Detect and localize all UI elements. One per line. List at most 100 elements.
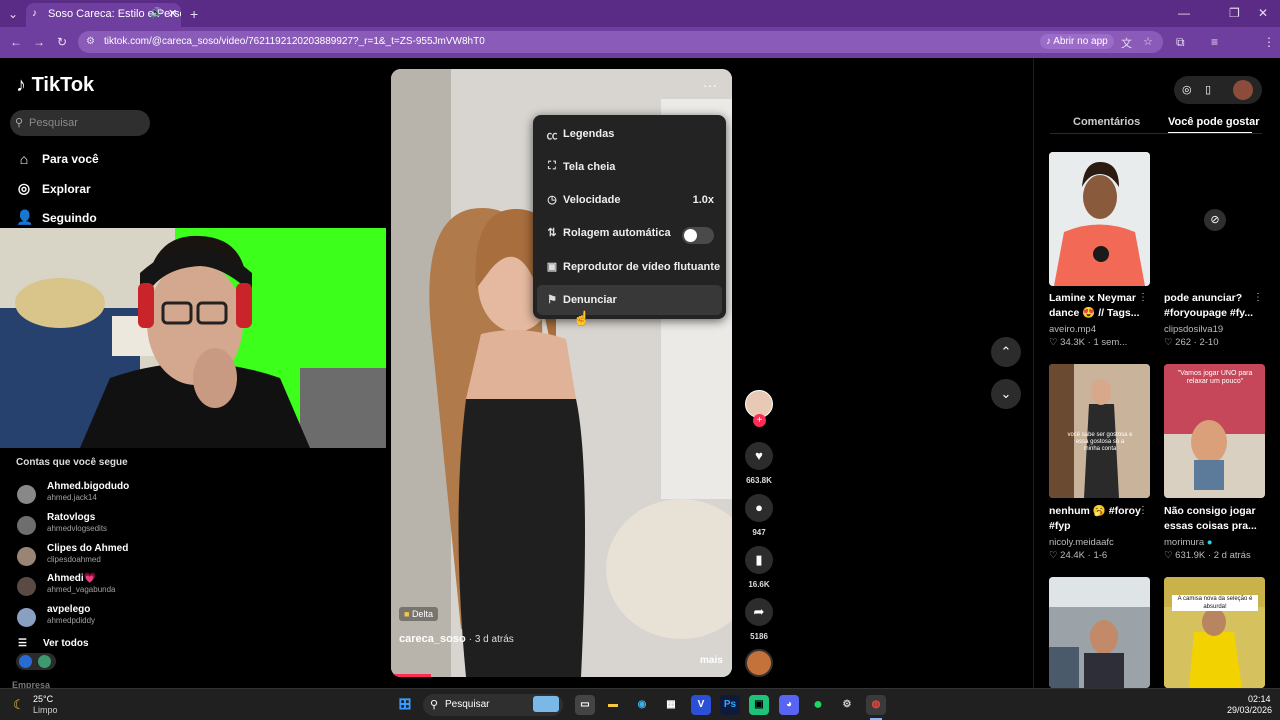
video-thumbnail[interactable]: você sabe ser gostosa e essa gostosa só … [1049, 364, 1150, 498]
chrome-menu-icon[interactable]: ⋮ [1263, 36, 1275, 48]
browser-tab[interactable]: ♪ Soso Careca: Estilo e Perso... 🔊 ✕ [26, 3, 181, 27]
card-more-icon[interactable]: ⋮ [1138, 505, 1148, 516]
menu-item-fullscreen[interactable]: ⛶ Tela cheia [537, 152, 722, 182]
nav-explore[interactable]: ◎ Explorar [16, 180, 91, 197]
account-item[interactable]: Ratovlogs ahmedvlogsedits [17, 512, 317, 538]
site-info-icon[interactable]: ⚙ [86, 36, 95, 47]
card-user[interactable]: clipsdosilva19 [1164, 324, 1223, 335]
spotify-icon[interactable]: ● [808, 695, 828, 715]
tab-you-may-like[interactable]: Você pode gostar [1168, 116, 1259, 128]
tiktok-logo[interactable]: ♪ TikTok [16, 74, 94, 97]
video-thumbnail[interactable] [1049, 152, 1150, 286]
video-thumbnail[interactable]: A camisa nova da seleção é absurda! [1164, 577, 1265, 688]
previous-video-button[interactable]: ⌃ [991, 337, 1021, 367]
menu-item-report[interactable]: ⚑ Denunciar [537, 285, 722, 315]
taskbar-search[interactable]: ⚲ Pesquisar [423, 694, 563, 716]
account-item[interactable]: Ahmed.bigodudo ahmed.jack14 [17, 481, 317, 507]
back-icon[interactable]: ← [10, 36, 22, 48]
account-item[interactable]: Ahmedi💗 ahmed_vagabunda [17, 573, 317, 599]
media-control-icon[interactable]: ≡ [1211, 36, 1218, 48]
card-likes: 631.9K [1175, 550, 1206, 561]
address-bar[interactable]: ⚙ tiktok.com/@careca_soso/video/76211921… [78, 31, 1163, 53]
clock-time[interactable]: 02:14 [1248, 694, 1271, 704]
tab-list-icon[interactable]: ⌄ [8, 8, 18, 20]
new-tab-icon[interactable]: + [190, 7, 198, 21]
windows-taskbar: ☾ 25°C Limpo ⊞ ⚲ Pesquisar ▭ ▬ ◉ ▦ V Ps … [0, 688, 1280, 720]
logo-text: TikTok [31, 74, 95, 96]
explore-icon[interactable]: ◎ [1182, 83, 1192, 96]
nav-label: Para você [42, 152, 99, 166]
weather-desc[interactable]: Limpo [33, 705, 58, 715]
card-more-icon[interactable]: ⋮ [1253, 292, 1263, 303]
speaker-icon[interactable]: 🔊 [150, 8, 162, 19]
account-item[interactable]: Clipes do Ahmed clipesdoahmed [17, 543, 317, 569]
steam-icon[interactable]: ⚙ [837, 695, 857, 715]
captions-icon: ㏄ [546, 130, 558, 142]
card-stats: ♡ 24.4K · 1-6 [1049, 550, 1108, 561]
heart-icon: ♥ [755, 448, 763, 463]
card-user[interactable]: nicoly.meidaafc [1049, 537, 1114, 548]
task-view-icon[interactable]: ▭ [575, 695, 595, 715]
tab-comments[interactable]: Comentários [1073, 116, 1140, 128]
windows-start-icon[interactable]: ⊞ [395, 695, 415, 715]
extensions-icon[interactable]: ⧉ [1176, 36, 1185, 48]
card-title[interactable]: Não consigo jogar essas coisas pra... [1164, 504, 1276, 534]
video-thumbnail[interactable]: ⊘ [1164, 152, 1265, 286]
menu-item-label: Legendas [563, 128, 615, 140]
nav-for-you[interactable]: ⌂ Para você [16, 151, 99, 167]
like-button[interactable]: ♥ [745, 442, 773, 470]
video-more-icon[interactable]: ··· [703, 77, 717, 93]
extension-badges[interactable] [16, 653, 56, 670]
card-user[interactable]: aveiro.mp4 [1049, 324, 1096, 335]
forward-icon[interactable]: → [33, 36, 45, 48]
close-window-icon[interactable]: ✕ [1258, 7, 1268, 19]
save-button[interactable]: ▮ [745, 546, 773, 574]
follow-plus-icon[interactable]: + [753, 414, 766, 427]
reload-icon[interactable]: ↻ [57, 36, 67, 48]
vegas-icon[interactable]: V [691, 695, 711, 715]
music-disc[interactable] [745, 649, 773, 677]
account-name: avpelego [47, 604, 91, 615]
capcut-icon[interactable]: ▣ [749, 695, 769, 715]
device-icon[interactable]: ▯ [1205, 83, 1211, 96]
avatar [17, 547, 36, 566]
next-video-button[interactable]: ⌄ [991, 379, 1021, 409]
edge-icon[interactable]: ◉ [632, 695, 652, 715]
discord-icon[interactable]: ◕ [779, 695, 799, 715]
share-button[interactable]: ➦ [745, 598, 773, 626]
bookmark-star-icon[interactable]: ☆ [1143, 35, 1153, 48]
video-thumbnail[interactable]: "Vamos jogar UNO para relaxar um pouco" [1164, 364, 1265, 498]
effect-label: Delta [411, 609, 433, 619]
menu-item-captions[interactable]: ㏄ Legendas [537, 119, 722, 149]
nav-following[interactable]: 👤 Seguindo [16, 209, 97, 226]
restore-icon[interactable]: ❐ [1229, 7, 1240, 19]
translate-icon[interactable]: 文 [1121, 35, 1132, 51]
menu-item-autoscroll[interactable]: ⇅ Rolagem automática [537, 218, 722, 248]
card-more-icon[interactable]: ⋮ [1138, 292, 1148, 303]
close-tab-icon[interactable]: ✕ [168, 7, 177, 20]
profile-avatar[interactable] [1233, 80, 1253, 100]
card-user[interactable]: morimura ● [1164, 537, 1213, 548]
weather-temp[interactable]: 25°C [33, 694, 53, 704]
autoscroll-toggle[interactable] [682, 227, 714, 244]
store-icon[interactable]: ▦ [661, 695, 681, 715]
url-text[interactable]: tiktok.com/@careca_soso/video/7621192120… [104, 36, 485, 47]
photoshop-icon[interactable]: Ps [720, 695, 740, 715]
file-explorer-icon[interactable]: ▬ [603, 695, 623, 715]
open-app-button[interactable]: ♪ Abrir no app [1040, 34, 1114, 49]
effect-badge[interactable]: ■ Delta [399, 607, 438, 621]
more-link[interactable]: mais [700, 655, 723, 666]
search-input[interactable]: ⚲ Pesquisar [10, 110, 150, 136]
menu-item-label: Tela cheia [563, 161, 616, 173]
comment-button[interactable]: ● [745, 494, 773, 522]
video-thumbnail[interactable] [1049, 577, 1150, 688]
menu-item-floating-player[interactable]: ▣ Reprodutor de vídeo flutuante [537, 252, 722, 282]
chrome-icon[interactable]: ◍ [866, 695, 886, 715]
video-author[interactable]: careca_soso [399, 633, 466, 645]
clock-date[interactable]: 29/03/2026 [1227, 705, 1272, 715]
minimize-icon[interactable]: — [1178, 7, 1190, 19]
menu-item-speed[interactable]: ◷ Velocidade 1.0x [537, 185, 722, 215]
see-all-link[interactable]: ☰ Ver todos [18, 638, 89, 649]
comment-count: 947 [752, 528, 766, 537]
account-item[interactable]: avpelego ahmedpdiddy [17, 604, 317, 630]
